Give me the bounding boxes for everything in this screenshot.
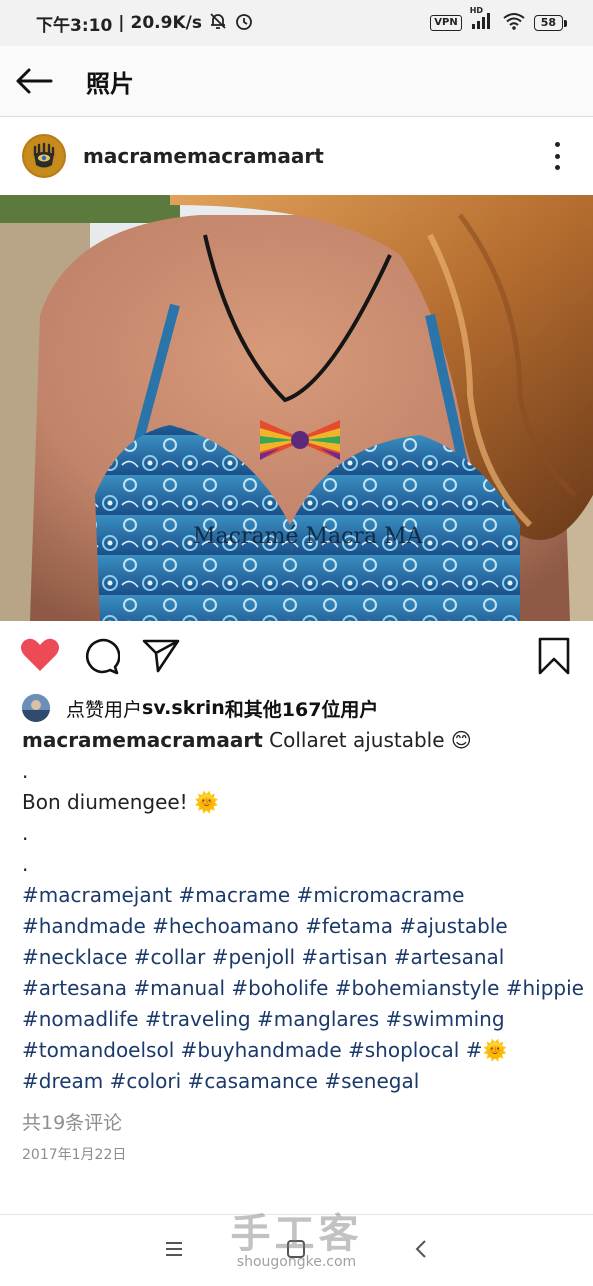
hashtag-line[interactable]: #artesana #manual #boholife #bohemiansty… xyxy=(22,973,584,1004)
menu-button[interactable] xyxy=(164,1239,184,1263)
more-options-button[interactable] xyxy=(549,142,565,170)
chevron-left-icon xyxy=(415,1240,426,1258)
post-username[interactable]: macramemacramaart xyxy=(83,144,324,168)
caption-line: Bon diumengee! 🌞 xyxy=(22,790,219,814)
like-button[interactable] xyxy=(20,637,60,677)
photo-image: Macramé Macra MA xyxy=(0,195,593,621)
paper-plane-icon xyxy=(142,639,180,673)
post-caption: macramemacramaart Collaret ajustable 😊 .… xyxy=(22,725,584,1097)
comment-button[interactable] xyxy=(82,637,121,679)
view-comments-link[interactable]: 共19条评论 xyxy=(22,1108,122,1135)
vpn-badge: VPN xyxy=(430,15,462,31)
status-time: 下午3:10 xyxy=(36,15,113,36)
caption-line: . xyxy=(22,821,29,845)
caption-line: . xyxy=(22,852,29,876)
hashtag-line[interactable]: #nomadlife #traveling #manglares #swimmi… xyxy=(22,1004,582,1035)
more-dot-icon xyxy=(554,153,560,159)
system-nav-bar xyxy=(0,1214,593,1286)
hashtag-line[interactable]: #macramejant #macrame #micromacrame xyxy=(22,880,582,911)
caption-text: Collaret ajustable 😊 xyxy=(262,728,472,752)
save-button[interactable] xyxy=(537,637,571,679)
bookmark-icon xyxy=(538,637,570,675)
app-bar: 照片 xyxy=(0,46,593,117)
caption-username[interactable]: macramemacramaart xyxy=(22,728,263,752)
hashtag-line[interactable]: #tomandoelsol #buyhandmade #shoplocal #🌞 xyxy=(22,1035,582,1066)
wifi-icon xyxy=(502,12,526,35)
likes-prefix: 点赞用户 xyxy=(66,698,143,721)
more-dot-icon xyxy=(554,142,560,147)
status-bar: 下午3:10 | 20.9K/s VPN HD 58 xyxy=(0,0,593,46)
back-nav-button[interactable] xyxy=(412,1239,432,1263)
liker-username[interactable]: sv.skrin xyxy=(142,697,225,719)
back-button[interactable] xyxy=(0,46,74,116)
post-date: 2017年1月22日 xyxy=(22,1147,127,1163)
hashtag-line[interactable]: #dream #colori #casamance #senegal xyxy=(22,1066,582,1097)
back-arrow-icon xyxy=(16,68,53,94)
post-photo[interactable]: Macramé Macra MA xyxy=(0,195,593,621)
page-title: 照片 xyxy=(86,69,134,98)
hashtag-line[interactable]: #handmade #hechoamano #fetama #ajustable xyxy=(22,911,582,942)
network-speed: 20.9K/s xyxy=(130,13,202,33)
hashtag-line[interactable]: #necklace #collar #penjoll #artisan #art… xyxy=(22,942,582,973)
home-square-icon xyxy=(287,1240,305,1258)
photo-watermark-text: Macramé Macra MA xyxy=(193,524,424,549)
menu-icon xyxy=(166,1242,182,1256)
hand-eye-logo-icon xyxy=(33,142,55,168)
profile-avatar[interactable] xyxy=(22,134,66,178)
share-button[interactable] xyxy=(142,637,180,677)
battery-indicator: 58 xyxy=(533,15,568,31)
signal-icon: HD xyxy=(470,6,494,35)
post-actions xyxy=(0,621,593,691)
likes-others[interactable]: 其他167位用户 xyxy=(244,695,379,722)
home-button[interactable] xyxy=(286,1239,306,1263)
likes-mid: 和 xyxy=(224,698,244,721)
alarm-icon xyxy=(234,11,254,36)
likes-summary[interactable]: 点赞用户 sv.skrin 和 其他167位用户 xyxy=(22,693,378,723)
mute-bell-icon xyxy=(208,11,228,36)
post-header: macramemacramaart xyxy=(0,117,593,195)
liker-avatar xyxy=(22,694,50,722)
more-dot-icon xyxy=(554,165,560,170)
caption-line: . xyxy=(22,759,29,783)
comment-bubble-icon xyxy=(85,638,121,675)
heart-icon xyxy=(21,638,59,671)
